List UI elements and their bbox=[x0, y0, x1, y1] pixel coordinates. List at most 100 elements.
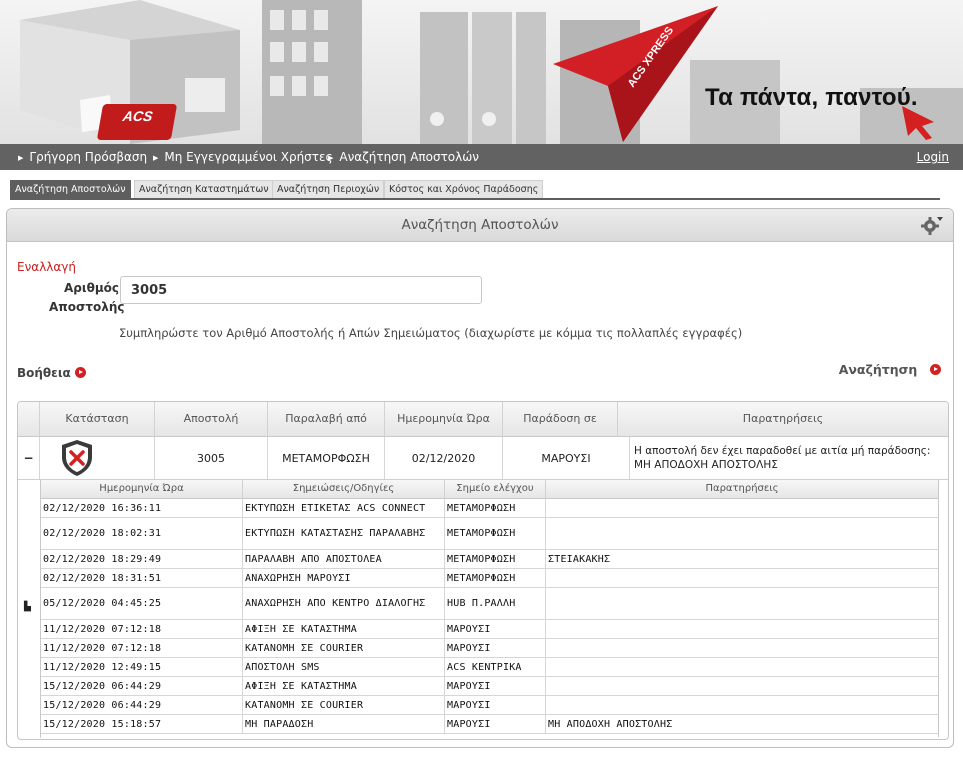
shield-x-icon bbox=[62, 440, 92, 476]
history-row[interactable]: 11/12/2020 12:49:15 ΑΠΟΣΤΟΛΗ SMS ACS ΚΕΝΤΡ… bbox=[41, 658, 938, 677]
cell-shipment: 3005 bbox=[155, 437, 268, 479]
history-checkpoint: ACS ΚΕΝΤΡΙΚΑ bbox=[445, 658, 546, 676]
arrow-right-circle-icon bbox=[74, 367, 86, 378]
cabinet-graphic bbox=[420, 12, 468, 144]
corner-arrow-icon: ▙ bbox=[24, 602, 31, 612]
history-datetime: 11/12/2020 07:12:18 bbox=[41, 620, 243, 638]
history-notes: ΑΠΟΣΤΟΛΗ SMS bbox=[243, 658, 445, 676]
history-notes: ΑΝΑΧΩΡΗΣΗ ΑΠΟ ΚΕΝΤΡΟ ΔΙΑΛΟΓΗΣ bbox=[243, 588, 445, 619]
col-history-remarks[interactable]: Παρατηρήσεις bbox=[546, 480, 938, 498]
tracking-history-table: Ημερομηνία Ώρα Σημειώσεις/Οδηγίες Σημείο… bbox=[40, 480, 939, 737]
nav-shipment-search[interactable]: ▶ Αναζήτηση Αποστολών bbox=[328, 144, 479, 170]
col-delivery-to[interactable]: Παράδοση σε bbox=[503, 402, 618, 436]
history-notes: ΕΚΤΥΠΩΣΗ ΚΑΤΑΣΤΑΣΗΣ ΠΑΡΑΛΑΒΗΣ bbox=[243, 518, 445, 549]
history-datetime: 15/12/2020 06:44:29 bbox=[41, 696, 243, 714]
history-checkpoint: ΜΑΡΟΥΣΙ bbox=[445, 696, 546, 714]
history-remarks bbox=[546, 696, 938, 714]
history-notes: ΜΗ ΠΑΡΑΔΟΣΗ bbox=[243, 715, 445, 733]
col-history-notes[interactable]: Σημειώσεις/Οδηγίες bbox=[243, 480, 445, 498]
history-checkpoint: ΜΕΤΑΜΟΡΦΩΣΗ bbox=[445, 550, 546, 568]
history-checkpoint: ΜΑΡΟΥΣΙ bbox=[445, 715, 546, 733]
header-banner: ACS ACS XPRESS Τα πάντα, παντού. bbox=[0, 0, 963, 144]
shipments-table: Κατάσταση Αποστολή Παραλαβή από Ημερομην… bbox=[17, 401, 949, 740]
history-datetime: 02/12/2020 18:29:49 bbox=[41, 550, 243, 568]
tab-store-search[interactable]: Αναζήτηση Καταστημάτων bbox=[134, 180, 274, 199]
history-row[interactable]: 15/12/2020 06:44:29 ΑΦΙΞΗ ΣΕ ΚΑΤΑΣΤΗΜΑ ΜΑΡ… bbox=[41, 677, 938, 696]
history-row[interactable]: 05/12/2020 04:45:25 ΑΝΑΧΩΡΗΣΗ ΑΠΟ ΚΕΝΤΡΟ … bbox=[41, 588, 938, 620]
nav-unregistered-users[interactable]: ▶ Μη Εγγεγραμμένοι Χρήστες bbox=[153, 144, 333, 170]
history-datetime: 11/12/2020 12:49:15 bbox=[41, 658, 243, 676]
tab-divider bbox=[10, 198, 940, 200]
panel-title: Αναζήτηση Αποστολών bbox=[401, 217, 559, 233]
history-datetime: 15/12/2020 06:44:29 bbox=[41, 677, 243, 695]
history-checkpoint: ΜΑΡΟΥΣΙ bbox=[445, 677, 546, 695]
col-status[interactable]: Κατάσταση bbox=[40, 402, 155, 436]
col-shipment[interactable]: Αποστολή bbox=[155, 402, 268, 436]
history-checkpoint: ΜΕΤΑΜΟΡΦΩΣΗ bbox=[445, 569, 546, 587]
gear-icon[interactable] bbox=[921, 215, 943, 235]
table-header: Κατάσταση Αποστολή Παραλαβή από Ημερομην… bbox=[18, 402, 948, 437]
history-notes: ΑΦΙΞΗ ΣΕ ΚΑΤΑΣΤΗΜΑ bbox=[243, 677, 445, 695]
shipment-number-input[interactable] bbox=[120, 276, 482, 304]
tab-cost-and-time[interactable]: Κόστος και Χρόνος Παράδοσης bbox=[384, 180, 544, 199]
history-header: Ημερομηνία Ώρα Σημειώσεις/Οδηγίες Σημείο… bbox=[41, 480, 938, 499]
cell-datetime: 02/12/2020 bbox=[385, 437, 503, 479]
history-datetime: 11/12/2020 07:12:18 bbox=[41, 639, 243, 657]
history-remarks: ΣΤΕΙΑΚΑΚΗΣ bbox=[548, 553, 611, 565]
history-row[interactable]: 15/12/2020 15:18:57 ΜΗ ΠΑΡΑΔΟΣΗ ΜΑΡΟΥΣΙ ΜΗ … bbox=[41, 715, 938, 734]
history-datetime: 05/12/2020 04:45:25 bbox=[41, 588, 243, 619]
nav-quick-access[interactable]: ▶ Γρήγορη Πρόσβαση bbox=[18, 144, 147, 170]
slogan-text: Τα πάντα, παντού. bbox=[705, 84, 918, 111]
history-row[interactable]: 02/12/2020 18:29:49 ΠΑΡΑΛΑΒΗ ΑΠΟ ΑΠΟΣΤΟΛΕ… bbox=[41, 550, 938, 569]
arrow-right-circle-icon bbox=[930, 364, 941, 375]
history-notes: ΠΑΡΑΛΑΒΗ ΑΠΟ ΑΠΟΣΤΟΛΕΑ bbox=[243, 550, 445, 568]
history-row[interactable]: 15/12/2020 06:44:29 ΚΑΤΑΝΟΜΗ ΣΕ COURIER ΜΑ… bbox=[41, 696, 938, 715]
login-link[interactable]: Login bbox=[917, 144, 949, 170]
triangle-right-icon: ▶ bbox=[328, 154, 334, 162]
history-datetime: 02/12/2020 16:36:11 bbox=[41, 499, 243, 517]
history-remarks bbox=[546, 658, 938, 676]
tab-shipment-search[interactable]: Αναζήτηση Αποστολών bbox=[10, 180, 131, 199]
input-hint: Συμπληρώστε τον Αριθμό Αποστολής ή Απών … bbox=[119, 326, 743, 340]
history-datetime: 02/12/2020 18:31:51 bbox=[41, 569, 243, 587]
help-link[interactable]: Βοήθεια bbox=[17, 366, 86, 380]
col-history-checkpoint[interactable]: Σημείο ελέγχου bbox=[445, 480, 546, 498]
history-remarks bbox=[546, 677, 938, 695]
collapse-button[interactable]: − bbox=[23, 451, 33, 465]
acs-xpress-plane-graphic: ACS XPRESS bbox=[553, 6, 718, 142]
cursor-arrow-icon bbox=[902, 106, 934, 140]
tab-area-search[interactable]: Αναζήτηση Περιοχών bbox=[272, 180, 385, 199]
history-remarks: ΜΗ ΑΠΟΔΟΧΗ ΑΠΟΣΤΟΛΗΣ bbox=[548, 718, 673, 730]
search-button[interactable]: Αναζήτηση bbox=[839, 362, 941, 377]
top-navigation: ▶ Γρήγορη Πρόσβαση ▶ Μη Εγγεγραμμένοι Χρήσ… bbox=[0, 144, 963, 170]
history-remarks bbox=[546, 620, 938, 638]
panel-header: Αναζήτηση Αποστολών bbox=[7, 209, 953, 242]
col-history-datetime[interactable]: Ημερομηνία Ώρα bbox=[41, 480, 243, 498]
table-row[interactable]: − 3005 ΜΕΤΑΜΟΡΦΩΣΗ 02/12/2020 ΜΑΡΟΥΣΙ Η … bbox=[18, 437, 948, 480]
history-row[interactable]: 11/12/2020 07:12:18 ΑΦΙΞΗ ΣΕ ΚΑΤΑΣΤΗΜΑ ΜΑΡ… bbox=[41, 620, 938, 639]
cell-pickup-from: ΜΕΤΑΜΟΡΦΩΣΗ bbox=[268, 437, 385, 479]
history-row[interactable]: 11/12/2020 07:12:18 ΚΑΤΑΝΟΜΗ ΣΕ COURIER ΜΑ… bbox=[41, 639, 938, 658]
history-datetime: 15/12/2020 15:18:57 bbox=[41, 715, 243, 733]
history-remarks bbox=[546, 569, 938, 587]
history-datetime: 02/12/2020 18:02:31 bbox=[41, 518, 243, 549]
history-remarks bbox=[546, 518, 938, 549]
col-datetime[interactable]: Ημερομηνία Ώρα bbox=[385, 402, 503, 436]
history-remarks bbox=[546, 588, 938, 619]
history-checkpoint: ΜΑΡΟΥΣΙ bbox=[445, 620, 546, 638]
history-checkpoint: HUB Π.ΡΑΛΛΗ bbox=[445, 588, 546, 619]
toggle-link[interactable]: Εναλλαγή bbox=[17, 260, 76, 274]
history-row[interactable]: 02/12/2020 18:02:31 ΕΚΤΥΠΩΣΗ ΚΑΤΑΣΤΑΣΗΣ Π… bbox=[41, 518, 938, 550]
history-notes: ΕΚΤΥΠΩΣΗ ΕΤΙΚΕΤΑΣ ACS CONNECT bbox=[243, 499, 445, 517]
history-checkpoint: ΜΑΡΟΥΣΙ bbox=[445, 639, 546, 657]
history-notes: ΑΦΙΞΗ ΣΕ ΚΑΤΑΣΤΗΜΑ bbox=[243, 620, 445, 638]
history-checkpoint: ΜΕΤΑΜΟΡΦΩΣΗ bbox=[445, 499, 546, 517]
history-checkpoint: ΜΕΤΑΜΟΡΦΩΣΗ bbox=[445, 518, 546, 549]
col-pickup-from[interactable]: Παραλαβή από bbox=[268, 402, 385, 436]
history-row[interactable]: 02/12/2020 16:36:11 ΕΚΤΥΠΩΣΗ ΕΤΙΚΕΤΑΣ ACS… bbox=[41, 499, 938, 518]
col-remarks[interactable]: Παρατηρήσεις bbox=[618, 402, 948, 436]
history-remarks bbox=[546, 639, 938, 657]
history-row[interactable]: 02/12/2020 18:31:51 ΑΝΑΧΩΡΗΣΗ ΜΑΡΟΥΣΙ ΜΕΤΑ… bbox=[41, 569, 938, 588]
triangle-right-icon: ▶ bbox=[153, 154, 159, 162]
acs-logo: ACS bbox=[96, 104, 178, 140]
